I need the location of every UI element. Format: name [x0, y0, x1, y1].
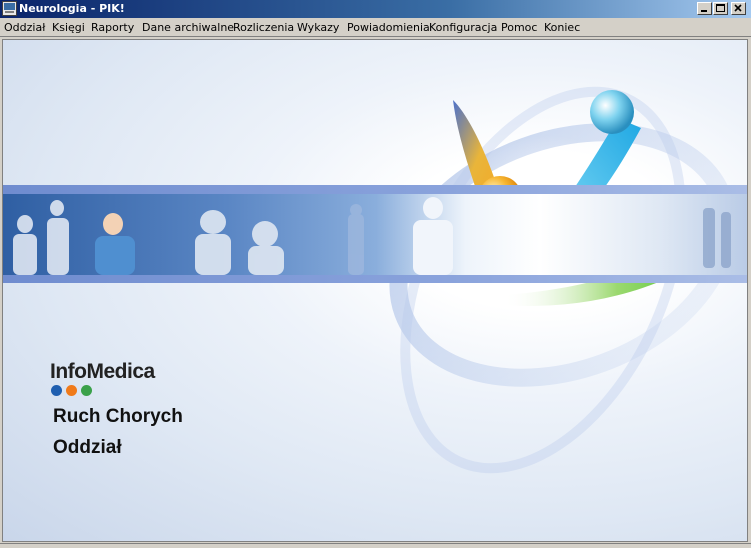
- menu-oddzial[interactable]: Oddział: [4, 21, 45, 34]
- banner-stripe-bottom: [3, 275, 747, 283]
- app-icon[interactable]: [2, 1, 17, 16]
- logo-dot-blue: [51, 385, 62, 396]
- minimize-icon: [701, 10, 707, 12]
- medical-staff-banner-image: [3, 194, 747, 275]
- window-title: Neurologia - PIK!: [19, 2, 125, 15]
- menu-wykazy[interactable]: Wykazy: [297, 21, 339, 34]
- background-swoosh: [389, 86, 737, 474]
- close-icon: [734, 4, 742, 12]
- splash-screen: InfoMedica Ruch Chorych Oddział: [2, 39, 748, 542]
- menu-pomoc[interactable]: Pomoc: [501, 21, 537, 34]
- menu-ksiegi[interactable]: Księgi: [52, 21, 85, 34]
- menu-raporty[interactable]: Raporty: [91, 21, 134, 34]
- module-subtitle: Oddział: [53, 437, 122, 458]
- menu-konfiguracja[interactable]: Konfiguracja: [429, 21, 497, 34]
- menu-bar: Oddział Księgi Raporty Dane archiwalne R…: [0, 19, 751, 37]
- menu-powiadomienia[interactable]: Powiadomienia: [347, 21, 430, 34]
- title-bar[interactable]: Neurologia - PIK!: [0, 0, 751, 18]
- module-name: Ruch Chorych: [53, 406, 183, 427]
- banner-stripe-top: [3, 185, 747, 194]
- logo-dot-green: [81, 385, 92, 396]
- infomedica-logo: InfoMedica: [50, 360, 155, 383]
- maximize-button[interactable]: [713, 2, 728, 15]
- status-bar: [0, 543, 751, 548]
- menu-dane-archiwalne[interactable]: Dane archiwalne: [142, 21, 234, 34]
- maximize-icon: [716, 4, 725, 12]
- close-button[interactable]: [731, 2, 746, 15]
- logo-dot-orange: [66, 385, 77, 396]
- application-window: Neurologia - PIK! Oddział Księgi Raporty…: [0, 0, 751, 548]
- minimize-button[interactable]: [697, 2, 712, 15]
- menu-koniec[interactable]: Koniec: [544, 21, 580, 34]
- menu-rozliczenia[interactable]: Rozliczenia: [233, 21, 294, 34]
